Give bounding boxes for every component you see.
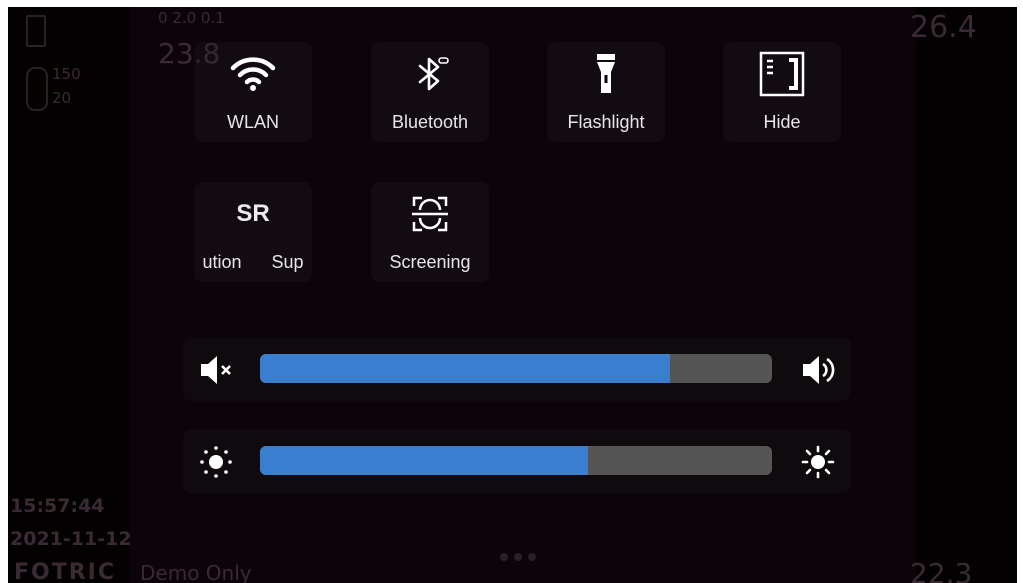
brand-logo: FOTRIC <box>14 560 117 583</box>
volume-mute-icon <box>199 353 233 387</box>
camera-screen: 150 20 0 2.0 0.1 23.8 26.4 15:57:44 2021… <box>8 7 1017 583</box>
sr-icon: SR <box>194 196 312 232</box>
top-label: 0 2.0 0.1 <box>158 9 225 27</box>
reading-bottom-right: 22.3 <box>910 557 973 583</box>
tile-flashlight-label: Flashlight <box>567 112 645 132</box>
tile-hide[interactable]: Hide <box>723 42 841 142</box>
tile-flashlight[interactable]: Flashlight <box>547 42 665 142</box>
brightness-slider-row <box>183 429 851 493</box>
tile-screening[interactable]: Screening <box>371 182 489 282</box>
bluetooth-icon <box>371 56 489 92</box>
tile-hide-label: Hide <box>763 112 801 132</box>
brightness-low-icon <box>199 445 233 479</box>
wifi-icon <box>194 56 312 92</box>
sr-icon-text: SR <box>236 200 270 227</box>
tile-bluetooth[interactable]: Bluetooth <box>371 42 489 142</box>
volume-slider[interactable] <box>260 354 772 383</box>
scale-low: 20 <box>52 89 72 107</box>
tile-wlan[interactable]: WLAN <box>194 42 312 142</box>
page-indicator <box>500 553 542 563</box>
battery-icon <box>26 15 46 47</box>
volume-up-icon <box>801 353 835 387</box>
brand-subtitle: Demo Only <box>140 561 252 583</box>
thermometer-icon <box>26 67 48 111</box>
brightness-slider[interactable] <box>260 446 772 475</box>
tile-wlan-label: WLAN <box>226 112 279 132</box>
volume-slider-fill <box>260 354 670 383</box>
date-display: 2021-11-12 <box>10 528 132 550</box>
scale-high: 150 <box>52 65 81 83</box>
time-display: 15:57:44 <box>10 495 105 517</box>
flashlight-icon <box>547 54 665 93</box>
hide-panel-icon <box>723 51 841 97</box>
reading-top-right: 26.4 <box>910 10 977 45</box>
brightness-slider-fill <box>260 446 588 475</box>
tile-screening-label: Screening <box>389 252 471 272</box>
brightness-high-icon <box>801 445 835 479</box>
tile-super-resolution-label: ution Sup <box>202 252 304 272</box>
face-scan-icon <box>371 196 489 232</box>
volume-slider-row <box>183 337 851 401</box>
tile-super-resolution[interactable]: SR ution Sup <box>194 182 312 282</box>
tile-bluetooth-label: Bluetooth <box>391 112 469 132</box>
